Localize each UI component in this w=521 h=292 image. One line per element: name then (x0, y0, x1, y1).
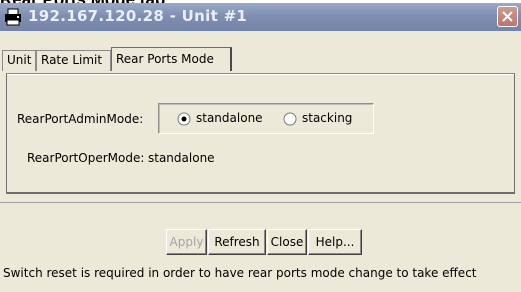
status-note: Switch reset is required in order to hav… (3, 266, 477, 280)
window-title: 192.167.120.28 - Unit #1 (28, 7, 248, 25)
radio-stacking-label[interactable]: stacking (302, 111, 352, 125)
radio-standalone-label[interactable]: standalone (196, 111, 263, 125)
radio-stacking[interactable] (283, 112, 297, 126)
help-button[interactable]: Help... (308, 229, 362, 255)
divider (0, 202, 521, 203)
title-bar[interactable]: 192.167.120.28 - Unit #1 (0, 3, 521, 31)
radio-standalone[interactable] (177, 112, 191, 126)
printer-icon (4, 8, 22, 26)
close-window-button[interactable] (497, 6, 518, 27)
refresh-button[interactable]: Refresh (208, 229, 266, 255)
rear-ports-mode-panel: RearPortAdminMode: standalone stacking R… (6, 73, 515, 194)
close-icon (502, 11, 513, 22)
tab-rate-limit[interactable]: Rate Limit (36, 50, 111, 71)
oper-mode-label: RearPortOperMode: (27, 151, 145, 165)
admin-mode-radio-group: standalone stacking (158, 103, 374, 134)
dialog-window: 192.167.120.28 - Unit #1 Unit Rate Limit… (0, 3, 521, 292)
tab-unit[interactable]: Unit (2, 50, 36, 71)
apply-button[interactable]: Apply (166, 229, 207, 255)
admin-mode-label: RearPortAdminMode: (17, 112, 144, 126)
oper-mode-value: standalone (148, 151, 215, 165)
close-button[interactable]: Close (267, 229, 307, 255)
tab-rear-ports-mode[interactable]: Rear Ports Mode (111, 47, 232, 71)
